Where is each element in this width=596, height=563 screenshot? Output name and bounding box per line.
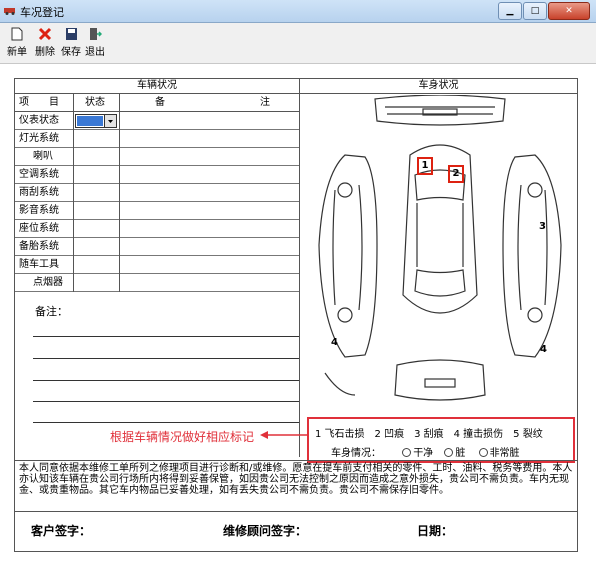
close-icon: ✕ <box>565 6 573 16</box>
damage-marker-3[interactable]: 3 <box>539 221 546 232</box>
dropdown-arrow-icon[interactable] <box>104 115 116 127</box>
status-item-label: 随车工具 <box>19 259 59 270</box>
status-item-label: 喇叭 <box>33 151 53 162</box>
minimize-button[interactable]: ▁ <box>498 2 522 20</box>
marking-hint: 根据车辆情况做好相应标记 <box>110 430 255 444</box>
col-rule-1 <box>73 94 74 292</box>
save-label: 保存 <box>61 47 81 58</box>
status-item-label: 座位系统 <box>19 223 59 234</box>
damage-marker-4-right[interactable]: 4 <box>540 344 547 355</box>
car-body-diagram[interactable] <box>305 95 575 413</box>
col-rule-2 <box>119 94 120 292</box>
vehicle-status-header: 车辆状况 <box>15 79 299 94</box>
state-dropdown[interactable] <box>75 114 117 128</box>
window-title: 车况登记 <box>20 6 64 19</box>
status-item-label: 灯光系统 <box>19 133 59 144</box>
damage-marker-2[interactable]: 2 <box>448 165 464 183</box>
minimize-icon: ▁ <box>506 6 514 16</box>
signature-rule <box>15 511 577 512</box>
damage-marker-4-left[interactable]: 4 <box>331 337 338 348</box>
window-titlebar: 车况登记 ▁ □ ✕ <box>0 0 596 23</box>
col-note-header-b: 注 <box>260 97 270 108</box>
save-button[interactable]: 保存 <box>58 27 84 59</box>
status-item-label: 备胎系统 <box>19 241 59 252</box>
status-item-label: 仪表状态 <box>19 115 59 126</box>
radio-dirty[interactable]: 脏 <box>444 448 465 459</box>
body-condition-row: 车身情况： 干净 脏 非常脏 <box>331 444 520 459</box>
remark-line[interactable] <box>33 358 299 359</box>
toolbar: 新单 删除 保存 退出 <box>0 23 596 64</box>
new-button[interactable]: 新单 <box>4 27 30 59</box>
radio-very-dirty-label: 非常脏 <box>489 448 520 459</box>
status-item-label: 空调系统 <box>19 169 59 180</box>
status-row: 备胎系统 <box>15 238 299 256</box>
section-divider <box>299 79 300 457</box>
remark-line[interactable] <box>33 401 299 402</box>
radio-clean[interactable]: 干净 <box>402 448 433 459</box>
vehicle-check-form: 车辆状况 车身状况 项 目 状态 备 注 仪表状态灯光系统喇叭空调系统雨刮系统影… <box>14 78 578 552</box>
status-row: 座位系统 <box>15 220 299 238</box>
delete-x-icon <box>38 27 52 41</box>
status-item-label: 雨刮系统 <box>19 187 59 198</box>
new-doc-icon <box>11 27 23 41</box>
radio-icon <box>478 448 488 457</box>
hint-arrow-icon <box>260 431 307 439</box>
close-button[interactable]: ✕ <box>548 2 590 20</box>
disclaimer-rule <box>15 460 577 461</box>
remark-line[interactable] <box>33 422 299 423</box>
status-item-label: 影音系统 <box>19 205 59 216</box>
damage-marker-1[interactable]: 1 <box>417 157 433 175</box>
selected-value <box>77 116 103 126</box>
damage-legend: 1 飞石击损 2 凹痕 3 刮痕 4 撞击损伤 5 裂纹 车身情况： 干净 脏 … <box>307 417 575 463</box>
advisor-signature-label: 维修顾问签字： <box>223 524 308 538</box>
radio-dirty-label: 脏 <box>455 448 466 459</box>
status-row: 灯光系统 <box>15 130 299 148</box>
radio-very-dirty[interactable]: 非常脏 <box>478 448 520 459</box>
col-item-header: 项 目 <box>19 97 59 108</box>
remark-line[interactable] <box>33 336 299 337</box>
remark-line[interactable] <box>33 380 299 381</box>
col-note-header-a: 备 <box>155 97 165 108</box>
car-left-side-view <box>318 154 378 396</box>
app-icon <box>4 8 15 15</box>
remark-label: 备注： <box>35 305 68 318</box>
delete-button[interactable]: 删除 <box>32 27 58 59</box>
status-row: 随车工具 <box>15 256 299 274</box>
delete-label: 删除 <box>35 47 55 58</box>
damage-types: 1 飞石击损 2 凹痕 3 刮痕 4 撞击损伤 5 裂纹 <box>315 429 543 440</box>
date-label: 日期： <box>417 524 454 538</box>
col-state-header: 状态 <box>85 97 105 108</box>
exit-label: 退出 <box>85 47 105 58</box>
radio-icon <box>444 448 454 457</box>
rear-bumper-view <box>394 359 486 401</box>
body-status-header: 车身状况 <box>300 79 577 94</box>
window-controls: ▁ □ ✕ <box>498 2 590 20</box>
customer-signature-label: 客户签字： <box>31 524 92 538</box>
radio-clean-label: 干净 <box>413 448 434 459</box>
status-item-label: 点烟器 <box>33 277 63 288</box>
car-right-side-view <box>502 154 562 358</box>
status-row: 空调系统 <box>15 166 299 184</box>
maximize-button[interactable]: □ <box>523 2 547 20</box>
status-row: 影音系统 <box>15 202 299 220</box>
status-row: 仪表状态 <box>15 112 299 130</box>
status-row: 点烟器 <box>15 274 299 292</box>
status-row: 喇叭 <box>15 148 299 166</box>
car-top-view <box>402 144 478 314</box>
front-bumper-view <box>374 95 506 126</box>
exit-door-icon <box>89 28 102 40</box>
maximize-icon: □ <box>530 6 540 16</box>
radio-icon <box>402 448 412 457</box>
new-label: 新单 <box>7 47 27 58</box>
save-disk-icon <box>65 28 77 40</box>
disclaimer-text: 本人同意依据本维修工单所列之修理项目进行诊断和/或维修。愿意在提车前支付相关的零… <box>19 463 573 496</box>
condition-label: 车身情况： <box>331 448 381 459</box>
status-row: 雨刮系统 <box>15 184 299 202</box>
exit-button[interactable]: 退出 <box>82 27 108 59</box>
